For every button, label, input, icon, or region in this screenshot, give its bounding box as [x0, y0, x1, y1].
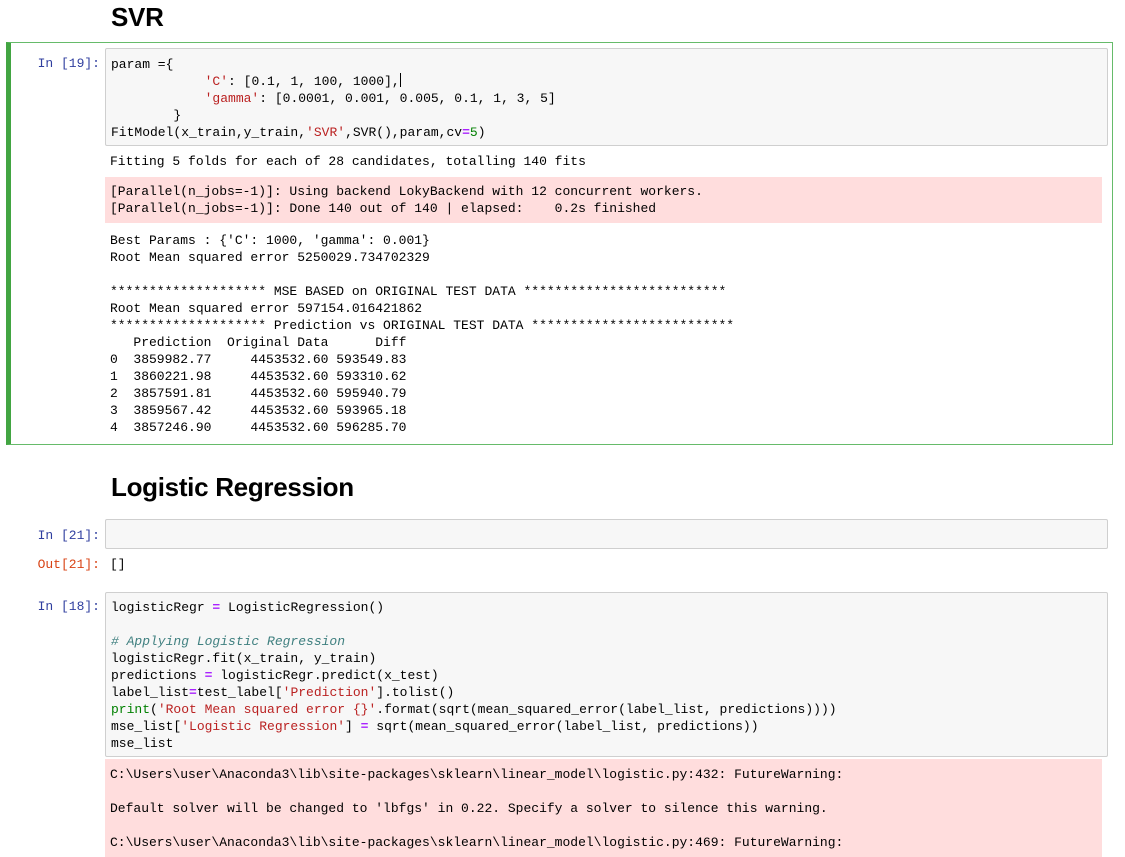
output-line: Root Mean squared error 5250029.73470232… — [110, 250, 430, 265]
heading-svr: SVR — [111, 2, 164, 32]
code-editor-18[interactable]: logisticRegr = LogisticRegression() # Ap… — [105, 592, 1108, 757]
stderr-line: C:\Users\user\Anaconda3\lib\site-package… — [110, 767, 844, 782]
stderr-line: Default solver will be changed to 'lbfgs… — [110, 801, 828, 816]
page-top — [0, 0, 1125, 40]
table-row: 2 3857591.81 4453532.60 595940.79 — [110, 386, 407, 401]
code-line: param ={ — [111, 57, 174, 72]
input-prompt-18: In [18]: — [37, 599, 100, 614]
code-editor-19[interactable]: param ={ 'C': [0.1, 1, 100, 1000], 'gamm… — [105, 48, 1108, 146]
stdout-results-19: Best Params : {'C': 1000, 'gamma': 0.001… — [110, 232, 734, 436]
table-header: Prediction Original Data Diff — [110, 335, 407, 350]
code-line: label_list=test_label['Prediction'].toli… — [111, 685, 455, 700]
stderr-line: [Parallel(n_jobs=-1)]: Done 140 out of 1… — [110, 201, 657, 216]
table-row: 3 3859567.42 4453532.60 593965.18 — [110, 403, 407, 418]
table-row: 4 3857246.90 4453532.60 596285.70 — [110, 420, 407, 435]
table-row: 1 3860221.98 4453532.60 593310.62 — [110, 369, 407, 384]
output-line: Root Mean squared error 597154.016421862 — [110, 301, 423, 316]
input-prompt-19: In [19]: — [37, 56, 100, 71]
stdout-fitting: Fitting 5 folds for each of 28 candidate… — [110, 154, 586, 169]
stderr-output-19: [Parallel(n_jobs=-1)]: Using backend Lok… — [105, 177, 1102, 223]
code-line: mse_list['Logistic Regression'] = sqrt(m… — [111, 719, 759, 734]
table-row: 0 3859982.77 4453532.60 593549.83 — [110, 352, 407, 367]
code-line: logisticRegr = LogisticRegression() — [111, 600, 385, 615]
code-editor-21[interactable] — [105, 519, 1108, 549]
output-line: ******************** MSE BASED on ORIGIN… — [110, 284, 727, 299]
output-line: Best Params : {'C': 1000, 'gamma': 0.001… — [110, 233, 430, 248]
stderr-line: [Parallel(n_jobs=-1)]: Using backend Lok… — [110, 184, 703, 199]
code-comment: # Applying Logistic Regression — [111, 634, 346, 649]
code-line: } — [173, 108, 182, 123]
output-line: ******************** Prediction vs ORIGI… — [110, 318, 735, 333]
code-line: predictions = logisticRegr.predict(x_tes… — [111, 668, 439, 683]
input-prompt-21: In [21]: — [37, 528, 100, 543]
code-line: 'gamma': [0.0001, 0.001, 0.005, 0.1, 1, … — [204, 91, 556, 106]
code-line: FitModel(x_train,y_train,'SVR',SVR(),par… — [111, 125, 486, 140]
stderr-output-18: C:\Users\user\Anaconda3\lib\site-package… — [105, 759, 1102, 857]
text-cursor — [399, 73, 401, 87]
stderr-line: C:\Users\user\Anaconda3\lib\site-package… — [110, 835, 844, 850]
heading-logistic-regression: Logistic Regression — [111, 472, 354, 502]
code-line: print('Root Mean squared error {}'.forma… — [111, 702, 837, 717]
code-line: logisticRegr.fit(x_train, y_train) — [111, 651, 377, 666]
code-line: mse_list — [111, 736, 174, 751]
code-line: 'C': [0.1, 1, 100, 1000], — [204, 73, 401, 89]
output-21: [] — [110, 557, 126, 572]
output-prompt-21: Out[21]: — [37, 557, 100, 572]
